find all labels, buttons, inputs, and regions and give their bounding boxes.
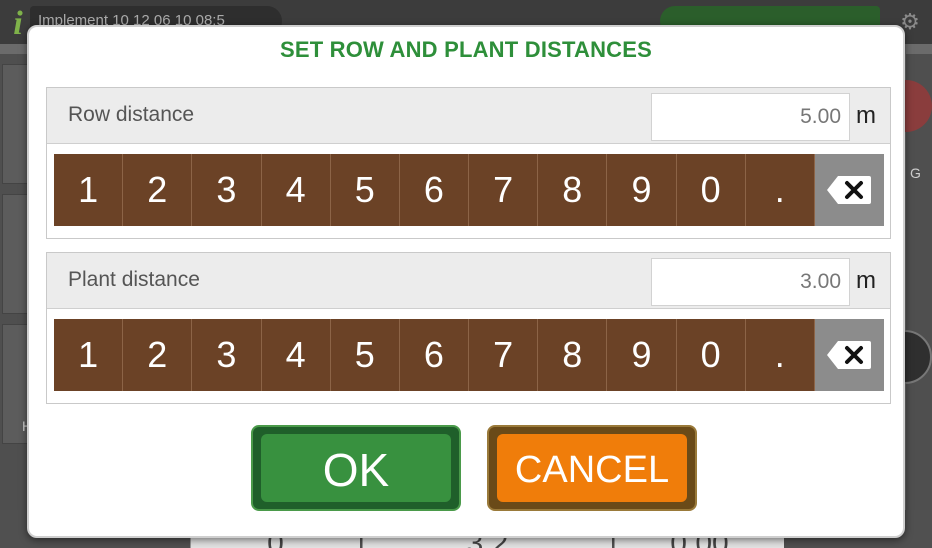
- key-6[interactable]: 6: [399, 154, 470, 226]
- plant-distance-label: Plant distance: [68, 268, 200, 291]
- plant-distance-header: Plant distance 3.00 m: [47, 253, 890, 309]
- row-distance-unit: m: [856, 102, 876, 129]
- row-distance-header: Row distance 5.00 m: [47, 88, 890, 144]
- plant-distance-input[interactable]: 3.00: [651, 258, 850, 306]
- row-distance-label: Row distance: [68, 103, 195, 126]
- key-1[interactable]: 1: [54, 319, 124, 391]
- key-4[interactable]: 4: [261, 319, 331, 391]
- plant-distance-section: Plant distance 3.00 m 1 2 3 4 5 6 7 8 9 …: [46, 252, 891, 404]
- key-8[interactable]: 8: [538, 319, 608, 391]
- key-5[interactable]: 5: [330, 154, 400, 226]
- key-5[interactable]: 5: [330, 319, 400, 391]
- row-distance-section: Row distance 5.00 m 1 2 3 4 5 6 7 8 9 0 …: [46, 87, 891, 239]
- plant-backspace-button[interactable]: [814, 319, 885, 391]
- key-9[interactable]: 9: [607, 154, 677, 226]
- key-2[interactable]: 2: [123, 319, 193, 391]
- key-8[interactable]: 8: [538, 154, 608, 226]
- dialog-title: SET ROW AND PLANT DISTANCES: [279, 37, 653, 62]
- cancel-button[interactable]: CANCEL: [487, 425, 697, 511]
- key-decimal[interactable]: .: [745, 154, 815, 226]
- row-backspace-button[interactable]: [814, 154, 885, 226]
- row-keypad: 1 2 3 4 5 6 7 8 9 0 .: [54, 154, 885, 226]
- key-7[interactable]: 7: [469, 319, 539, 391]
- key-0[interactable]: 0: [676, 319, 746, 391]
- key-0[interactable]: 0: [676, 154, 746, 226]
- key-6[interactable]: 6: [399, 319, 470, 391]
- backspace-icon: [827, 176, 872, 204]
- key-9[interactable]: 9: [607, 319, 677, 391]
- side-letter-g: G: [910, 165, 921, 181]
- cancel-label: CANCEL: [497, 434, 687, 502]
- key-3[interactable]: 3: [192, 154, 262, 226]
- key-decimal[interactable]: .: [745, 319, 815, 391]
- key-2[interactable]: 2: [123, 154, 193, 226]
- key-4[interactable]: 4: [261, 154, 331, 226]
- key-3[interactable]: 3: [192, 319, 262, 391]
- row-distance-input[interactable]: 5.00: [651, 93, 850, 141]
- plant-distance-unit: m: [856, 267, 876, 294]
- plant-keypad: 1 2 3 4 5 6 7 8 9 0 .: [54, 319, 885, 391]
- distance-dialog: SET ROW AND PLANT DISTANCES Row distance…: [27, 25, 905, 538]
- key-7[interactable]: 7: [469, 154, 539, 226]
- key-1[interactable]: 1: [54, 154, 124, 226]
- ok-button[interactable]: OK: [251, 425, 461, 511]
- ok-label: OK: [261, 434, 451, 502]
- backspace-icon: [827, 341, 872, 369]
